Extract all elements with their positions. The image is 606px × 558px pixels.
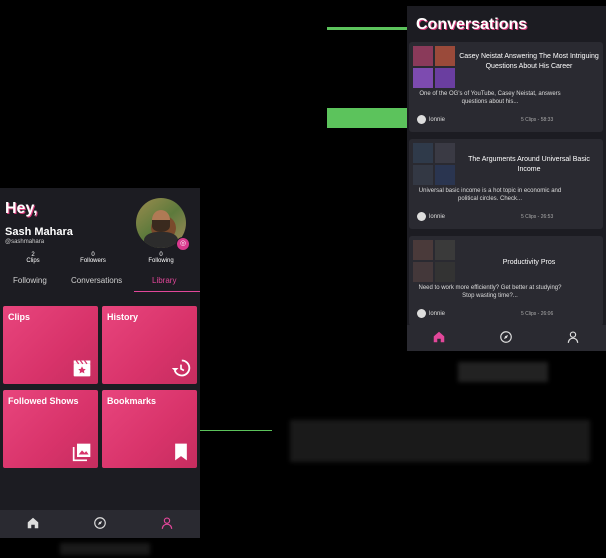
card-user: lonnie: [429, 117, 446, 123]
tile-bookmarks[interactable]: Bookmarks: [102, 390, 197, 468]
stat-following: 0 Following: [148, 252, 174, 264]
bottom-nav: [0, 510, 200, 538]
conversation-card[interactable]: Casey Neistat Answering The Most Intrigu…: [409, 42, 603, 132]
card-meta: 5 Clips - 58:33: [521, 117, 554, 123]
tile-label: Bookmarks: [107, 396, 157, 406]
profile-icon[interactable]: [566, 330, 580, 344]
card-title: The Arguments Around Universal Basic Inc…: [468, 156, 590, 173]
history-icon: [171, 359, 191, 377]
user-name: Sash Mahara: [5, 226, 73, 238]
bottom-nav: [407, 325, 606, 351]
blurred-caption-bottom: [60, 543, 150, 555]
thumbnail-grid: [413, 143, 455, 185]
thumbnail-grid: [413, 240, 455, 282]
user-handle: @sashmahara: [5, 239, 45, 245]
tile-label: History: [107, 312, 139, 322]
home-icon[interactable]: [26, 516, 40, 530]
card-description: Universal basic income is a hot topic in…: [418, 188, 562, 202]
tile-history[interactable]: History: [102, 306, 197, 384]
card-title: Casey Neistat Answering The Most Intrigu…: [459, 53, 599, 70]
compass-icon[interactable]: [93, 516, 107, 530]
clapperboard-icon: [73, 360, 91, 377]
card-description: Need to work more efficiently? Get bette…: [418, 285, 562, 299]
card-meta: 5 Clips - 26:06: [521, 311, 554, 317]
card-meta: 5 Clips - 26:53: [521, 214, 554, 220]
tile-label: Clips: [8, 312, 31, 322]
annotation-line-title: [327, 27, 411, 30]
blurred-caption-mid: [290, 420, 590, 462]
active-tab-indicator: [134, 291, 200, 292]
user-avatar: [417, 115, 426, 124]
tile-label: Followed Shows: [8, 396, 79, 406]
gallery-icon: [72, 443, 91, 462]
card-title: Productivity Pros: [502, 259, 556, 266]
page-title: Conversations: [416, 16, 528, 33]
profile-tabs: Following Conversations Library: [0, 276, 200, 292]
blurred-caption-right: [458, 362, 548, 382]
greeting: Hey,: [5, 200, 38, 217]
card-user: lonnie: [429, 214, 446, 220]
compass-icon[interactable]: [499, 330, 513, 344]
stat-clips: 2 Clips: [26, 252, 40, 264]
tab-library[interactable]: Library: [152, 276, 176, 285]
card-user: lonnie: [429, 311, 446, 317]
home-icon[interactable]: [432, 330, 446, 344]
profile-screen: Hey, Sash Mahara @sashmahara ◎ 2 Clips 0…: [0, 188, 200, 538]
thumbnail-grid: [413, 46, 455, 88]
annotation-block-card: [327, 108, 407, 128]
stat-followers: 0 Followers: [80, 252, 106, 264]
bookmark-icon: [175, 443, 187, 461]
instagram-icon[interactable]: ◎: [176, 237, 190, 251]
tile-clips[interactable]: Clips: [3, 306, 98, 384]
user-avatar: [417, 309, 426, 318]
tile-followed-shows[interactable]: Followed Shows: [3, 390, 98, 468]
conversation-card[interactable]: The Arguments Around Universal Basic Inc…: [409, 139, 603, 229]
conversations-screen: Conversations Casey Neistat Answering Th…: [407, 6, 606, 351]
user-avatar: [417, 212, 426, 221]
tab-following[interactable]: Following: [13, 276, 47, 285]
tab-conversations[interactable]: Conversations: [71, 276, 122, 285]
conversation-card[interactable]: Productivity Pros Need to work more effi…: [409, 236, 603, 326]
profile-icon[interactable]: [160, 516, 174, 530]
card-description: One of the OG's of YouTube, Casey Neista…: [419, 91, 561, 105]
